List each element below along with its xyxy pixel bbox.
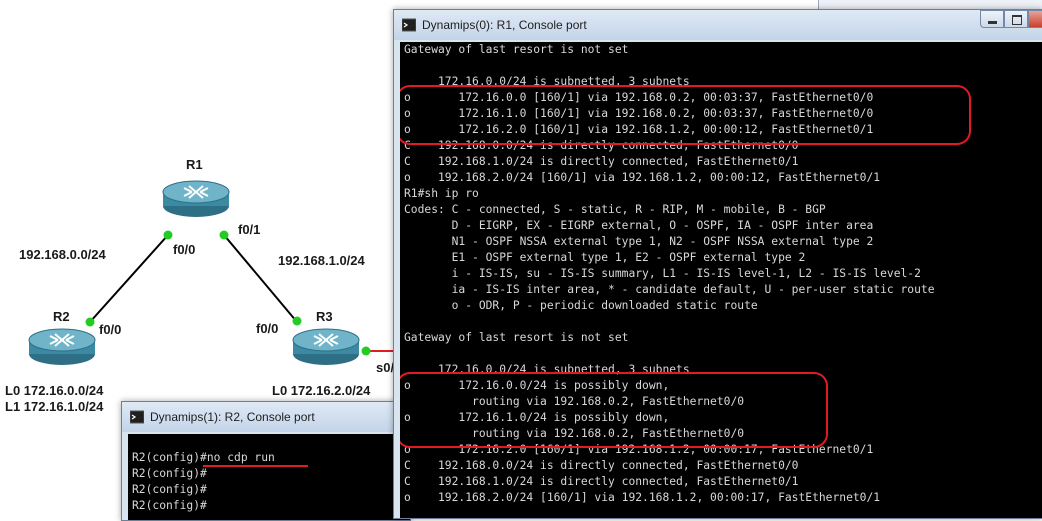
router-r1-label: R1 (186, 157, 203, 172)
iface-label-r1-f00: f0/0 (173, 242, 196, 257)
loopback-label-r3-l0: L0 172.16.2.0/24 (272, 383, 371, 398)
console-line: Gateway of last resort is not set (404, 331, 629, 344)
router-r3-icon[interactable] (292, 328, 360, 366)
r2-console-titlebar[interactable]: Dynamips(1): R2, Console port (122, 402, 410, 432)
r2-console-line: R2(config)# (132, 483, 207, 496)
console-line: Codes: C - connected, S - static, R - RI… (404, 203, 826, 216)
console-line: N1 - OSPF NSSA external type 1, N2 - OSP… (404, 235, 874, 248)
network-label-r1-r2: 192.168.0.0/24 (19, 247, 106, 262)
iface-label-r3-s0: s0/ (376, 360, 395, 375)
console-line: D - EIGRP, EX - EIGRP external, O - OSPF… (404, 219, 874, 232)
console-line: o - ODR, P - periodic downloaded static … (404, 299, 758, 312)
port-r1-f00[interactable] (163, 230, 173, 240)
router-r1-icon[interactable] (162, 180, 230, 218)
r1-console-output[interactable]: Gateway of last resort is not set 172.16… (400, 42, 1042, 518)
iface-label-r1-f01: f0/1 (238, 222, 261, 237)
port-r1-f01[interactable] (219, 230, 229, 240)
r2-console-line: R2(config)# (132, 499, 207, 512)
port-r3-s0[interactable] (361, 346, 371, 356)
console-line: ia - IS-IS inter area, * - candidate def… (404, 283, 935, 296)
port-r2-f00[interactable] (85, 317, 95, 327)
r2-console-window[interactable]: Dynamips(1): R2, Console port R2(config)… (121, 401, 411, 521)
r1-console-titlebar[interactable]: Dynamips(0): R1, Console port (394, 10, 1042, 40)
console-line: Gateway of last resort is not set (404, 43, 629, 56)
console-line: E1 - OSPF external type 1, E2 - OSPF ext… (404, 251, 806, 264)
console-line: R1#sh ip ro (404, 187, 479, 200)
console-app-icon (402, 18, 416, 32)
maximize-icon (1012, 15, 1022, 25)
maximize-button[interactable] (1004, 10, 1028, 28)
r1-console-title: Dynamips(0): R1, Console port (422, 18, 587, 32)
iface-label-r2-f00: f0/0 (99, 322, 122, 337)
router-r2-label: R2 (53, 309, 70, 324)
console-line: C 192.168.1.0/24 is directly connected, … (404, 475, 799, 488)
console-line: C 192.168.1.0/24 is directly connected, … (404, 155, 799, 168)
port-r3-f00[interactable] (292, 316, 302, 326)
network-label-r1-r3: 192.168.1.0/24 (278, 253, 365, 268)
loopback-label-r2-l0: L0 172.16.0.0/24 (5, 383, 104, 398)
r1-console-window[interactable]: Dynamips(0): R1, Console port Gateway of… (393, 9, 1042, 519)
loopback-label-r2-l1: L1 172.16.1.0/24 (5, 399, 104, 414)
r2-console-line: R2(config)#no cdp run (132, 451, 275, 464)
router-r2-icon[interactable] (28, 328, 96, 366)
r2-console-title: Dynamips(1): R2, Console port (150, 410, 315, 424)
link-r1-r3 (223, 234, 298, 323)
console-line: C 192.168.0.0/24 is directly connected, … (404, 459, 799, 472)
console-app-icon (130, 410, 144, 424)
iface-label-r3-f00: f0/0 (256, 321, 279, 336)
highlight-box-rip-routes (400, 85, 971, 145)
minimize-button[interactable] (980, 10, 1004, 28)
highlight-box-possibly-down (400, 372, 828, 448)
console-line: o 192.168.2.0/24 [160/1] via 192.168.1.2… (404, 171, 881, 184)
console-line: i - IS-IS, su - IS-IS summary, L1 - IS-I… (404, 267, 921, 280)
r2-console-line: R2(config)# (132, 467, 207, 480)
router-r3-label: R3 (316, 309, 333, 324)
r2-console-output[interactable]: R2(config)#no cdp run R2(config)# R2(con… (128, 434, 410, 520)
command-underline (203, 465, 308, 467)
console-line: o 192.168.2.0/24 [160/1] via 192.168.1.2… (404, 491, 881, 504)
close-button[interactable] (1028, 10, 1042, 28)
minimize-icon (988, 21, 997, 24)
